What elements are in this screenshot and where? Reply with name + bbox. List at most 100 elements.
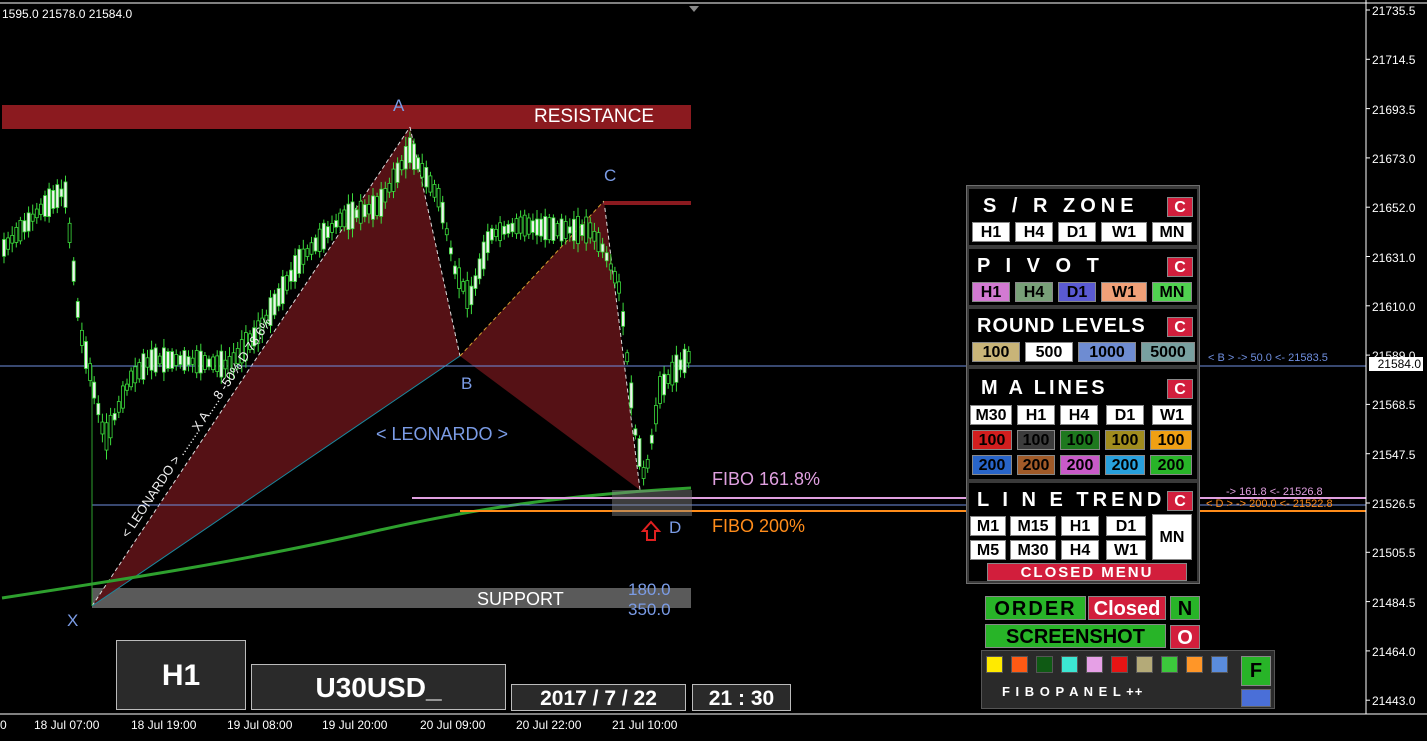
fibo-toggle-button[interactable]: F — [1241, 656, 1271, 686]
fibo-color-swatch[interactable] — [1136, 656, 1153, 673]
fibo-color-swatch[interactable] — [1086, 656, 1103, 673]
sr-zone-section: S / R ZONE C H1 H4 D1 W1 MN — [969, 189, 1197, 245]
trend-m30-button[interactable]: M30 — [1010, 540, 1056, 560]
candle-body — [272, 293, 277, 316]
candle-body — [330, 223, 334, 233]
trend-m1-button[interactable]: M1 — [970, 516, 1006, 536]
fibo-161-annotation: -> 161.8 <- 21526.8 — [1226, 486, 1323, 498]
price-chart[interactable] — [0, 0, 1427, 741]
trend-w1-button[interactable]: W1 — [1106, 540, 1146, 560]
trend-m5-button[interactable]: M5 — [970, 540, 1006, 560]
shift-marker-icon[interactable] — [689, 6, 699, 12]
candle-body — [129, 370, 134, 388]
line-trend-close-button[interactable]: C — [1167, 491, 1193, 511]
ma-lines-close-button[interactable]: C — [1167, 379, 1193, 399]
time-box: 21 : 30 — [692, 684, 791, 711]
trend-mn-button[interactable]: MN — [1152, 514, 1192, 560]
fibo-color-swatch[interactable] — [1161, 656, 1178, 673]
candle-body — [572, 218, 576, 242]
ma-100-olive-button[interactable]: 100 — [1105, 430, 1145, 450]
candle-body — [145, 357, 150, 368]
fibo-color-swatch[interactable] — [1211, 656, 1228, 673]
sr-zone-h4-button[interactable]: H4 — [1015, 222, 1053, 242]
line-trend-section: L I N E TREND C M1 M15 H1 D1 M5 M30 H4 W… — [969, 483, 1197, 581]
pivot-w1-button[interactable]: W1 — [1101, 282, 1147, 302]
candle-body — [531, 220, 535, 233]
ma-m30-button[interactable]: M30 — [970, 405, 1012, 425]
candle-body — [289, 269, 293, 282]
sr-zone-w1-button[interactable]: W1 — [1101, 222, 1147, 242]
candle-body — [502, 225, 507, 235]
y-axis-label: 21735.5 — [1372, 4, 1416, 18]
candle-body — [313, 237, 318, 252]
ma-100-red-button[interactable]: 100 — [972, 430, 1012, 450]
round-levels-title: ROUND LEVELS — [977, 315, 1146, 337]
trend-h1-button[interactable]: H1 — [1061, 516, 1099, 536]
ma-100-green-button[interactable]: 100 — [1060, 430, 1100, 450]
pivot-mn-button[interactable]: MN — [1152, 282, 1192, 302]
support-zone[interactable] — [92, 588, 691, 608]
closed-menu-button[interactable]: CLOSED MENU — [987, 563, 1187, 581]
candle-body — [198, 350, 203, 374]
candle-body — [22, 220, 27, 233]
candle-body — [641, 467, 646, 479]
ma-100-orange-button[interactable]: 100 — [1150, 430, 1192, 450]
fibo-color-swatch[interactable] — [1036, 656, 1053, 673]
fibo-color-swatch[interactable] — [1186, 656, 1203, 673]
candle-body — [284, 275, 289, 291]
ma-h1-button[interactable]: H1 — [1017, 405, 1055, 425]
sr-zone-mn-button[interactable]: MN — [1152, 222, 1192, 242]
pivot-h4-button[interactable]: H4 — [1015, 282, 1053, 302]
trend-d1-button[interactable]: D1 — [1106, 516, 1146, 536]
candle-body — [662, 373, 666, 396]
trend-h4-button[interactable]: H4 — [1061, 540, 1099, 560]
round-1000-button[interactable]: 1000 — [1078, 342, 1136, 362]
ma-100-gray-button[interactable]: 100 — [1017, 430, 1055, 450]
fibo-color-swatch[interactable] — [1111, 656, 1128, 673]
candle-body — [112, 413, 117, 421]
fibo-color-swatch[interactable] — [986, 656, 1003, 673]
candle-body — [190, 357, 195, 365]
round-levels-close-button[interactable]: C — [1167, 317, 1193, 337]
order-toggle-button[interactable]: N — [1170, 596, 1200, 620]
round-100-button[interactable]: 100 — [972, 342, 1020, 362]
ma-200-blue-button[interactable]: 200 — [972, 455, 1012, 475]
sr-zone-close-button[interactable]: C — [1167, 197, 1193, 217]
buy-arrow-icon[interactable] — [640, 520, 662, 541]
screenshot-toggle-button[interactable]: O — [1170, 625, 1200, 649]
screenshot-button[interactable]: SCREENSHOT — [985, 624, 1166, 648]
trend-m15-button[interactable]: M15 — [1010, 516, 1056, 536]
ma-200-cyan-button[interactable]: 200 — [1105, 455, 1145, 475]
candle-body — [625, 352, 630, 363]
candle-body — [563, 221, 568, 239]
ma-h4-button[interactable]: H4 — [1060, 405, 1098, 425]
fibo-color-swatch[interactable] — [1011, 656, 1028, 673]
candle-body — [391, 168, 396, 192]
ma-200-purple-button[interactable]: 200 — [1060, 455, 1100, 475]
fibo-200-label: FIBO 200% — [712, 516, 806, 536]
ma-200-brown-button[interactable]: 200 — [1017, 455, 1055, 475]
pivot-h1-button[interactable]: H1 — [972, 282, 1010, 302]
ma-d1-button[interactable]: D1 — [1106, 405, 1144, 425]
order-status-button[interactable]: Closed — [1088, 596, 1166, 620]
ma-200-green-button[interactable]: 200 — [1150, 455, 1192, 475]
candle-body — [596, 232, 601, 253]
sr-zone-d1-button[interactable]: D1 — [1058, 222, 1096, 242]
candle-body — [473, 275, 478, 289]
round-500-button[interactable]: 500 — [1025, 342, 1073, 362]
candle-body — [580, 224, 584, 236]
candle-body — [317, 228, 322, 252]
fibo-side-swatch[interactable] — [1241, 689, 1271, 707]
sr-zone-h1-button[interactable]: H1 — [972, 222, 1010, 242]
x-axis-label: 18 Jul 19:00 — [131, 718, 197, 732]
candle-body — [416, 157, 421, 170]
fibo-color-swatch[interactable] — [1061, 656, 1078, 673]
pivot-d1-button[interactable]: D1 — [1058, 282, 1096, 302]
round-5000-button[interactable]: 5000 — [1141, 342, 1195, 362]
x-axis-label: 20 Jul 09:00 — [420, 718, 486, 732]
pivot-close-button[interactable]: C — [1167, 257, 1193, 277]
order-button[interactable]: ORDER — [985, 596, 1086, 620]
ma-w1-button[interactable]: W1 — [1152, 405, 1192, 425]
y-axis-label: 21610.0 — [1372, 299, 1416, 314]
round-levels-section: ROUND LEVELS C 100 500 1000 5000 — [969, 309, 1197, 365]
